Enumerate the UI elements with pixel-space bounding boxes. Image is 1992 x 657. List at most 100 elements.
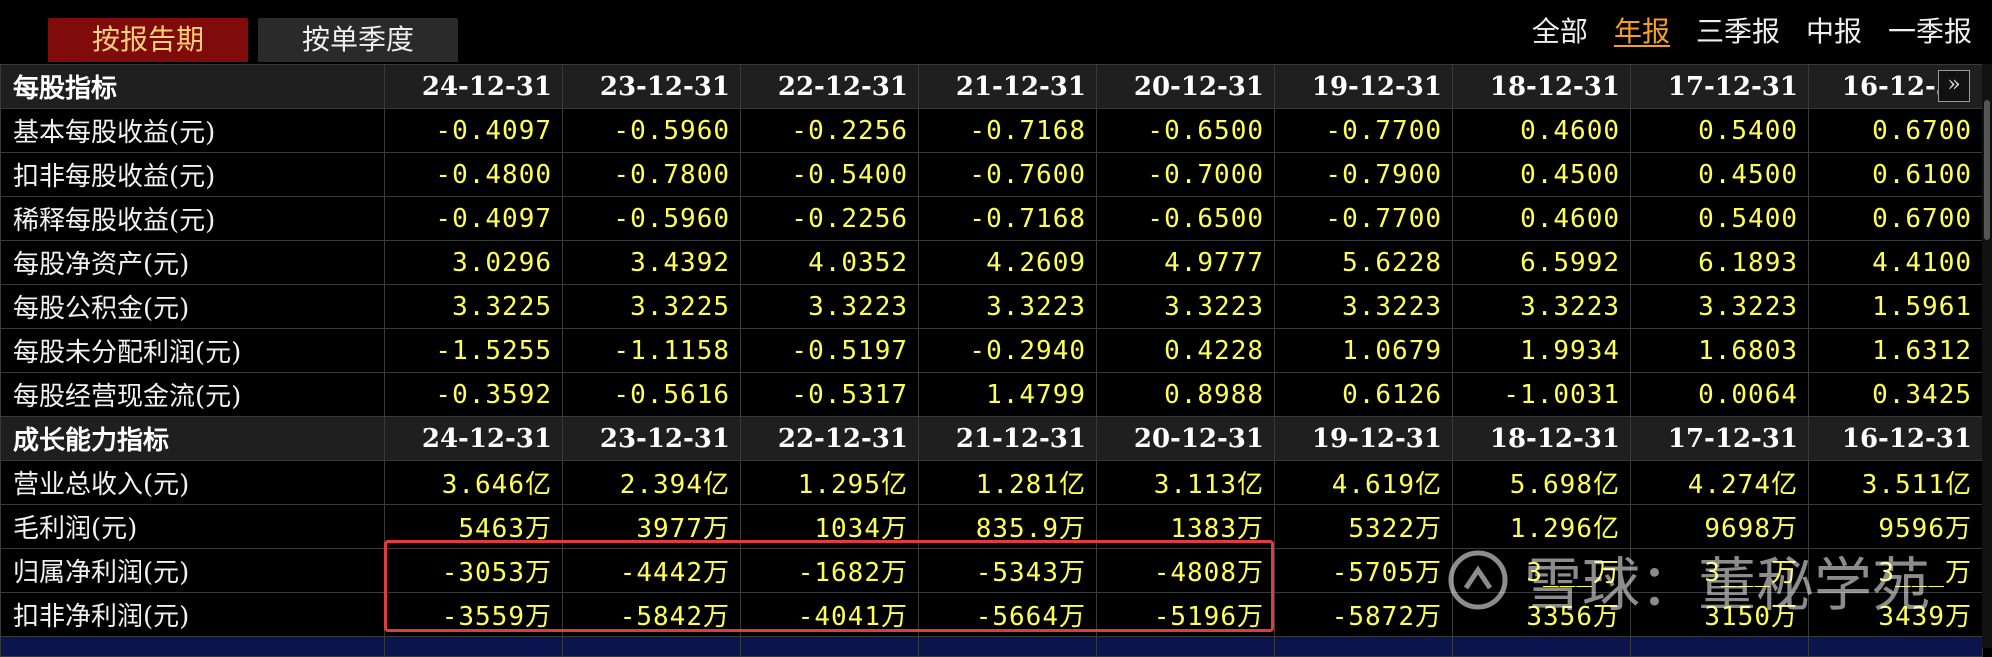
row-label: 每股未分配利润(元) xyxy=(0,328,385,373)
date-header[interactable]: 20-12-31 xyxy=(1096,416,1275,461)
cell-value: -5842万 xyxy=(562,592,741,637)
next-columns-icon[interactable]: » xyxy=(1938,70,1970,102)
cell-value: 0.8988 xyxy=(1096,372,1275,417)
cell-value: 3.3225 xyxy=(562,284,741,329)
date-header[interactable]: 17-12-31 xyxy=(1630,64,1809,109)
date-header[interactable]: 19-12-31 xyxy=(1274,416,1453,461)
table-row[interactable]: 营业总收入(元) 3.646亿 2.394亿 1.295亿 1.281亿 3.113亿 4.… xyxy=(0,460,1983,505)
date-header[interactable]: 23-12-31 xyxy=(562,64,741,109)
cell-value: 5322万 xyxy=(1274,504,1453,549)
row-label: 扣非净利润(元) xyxy=(0,592,385,637)
partial-cell xyxy=(1452,636,1631,657)
scrollbar-thumb[interactable] xyxy=(1984,100,1990,240)
cell-value: 1.4799 xyxy=(918,372,1097,417)
section-title: 每股指标 xyxy=(0,64,385,109)
cell-value: 3.113亿 xyxy=(1096,460,1275,505)
row-label: 每股公积金(元) xyxy=(0,284,385,329)
table-row[interactable]: 每股公积金(元) 3.3225 3.3225 3.3223 3.3223 3.3223 3.… xyxy=(0,284,1983,329)
partial-cell xyxy=(1630,636,1809,657)
cell-value: 0.6700 xyxy=(1808,108,1983,153)
date-header[interactable]: 18-12-31 xyxy=(1452,64,1631,109)
partial-cell xyxy=(1274,636,1453,657)
table-row[interactable]: 扣非每股收益(元) -0.4800 -0.7800 -0.5400 -0.7600 -0.… xyxy=(0,152,1983,197)
table-row[interactable]: 基本每股收益(元) -0.4097 -0.5960 -0.2256 -0.7168 -0.… xyxy=(0,108,1983,153)
partial-cell xyxy=(562,636,741,657)
tab-by-single-quarter[interactable]: 按单季度 xyxy=(258,18,458,62)
cell-value: 4.2609 xyxy=(918,240,1097,285)
cell-value: 1034万 xyxy=(740,504,919,549)
table-row[interactable]: 每股净资产(元) 3.0296 3.4392 4.0352 4.2609 4.9777 5.… xyxy=(0,240,1983,285)
period-link[interactable]: 一季报 xyxy=(1888,10,1972,50)
date-header[interactable]: 21-12-31 xyxy=(918,416,1097,461)
date-header[interactable]: 24-12-31 xyxy=(384,64,563,109)
period-link[interactable]: 中报 xyxy=(1806,10,1862,50)
cell-value: -1.1158 xyxy=(562,328,741,373)
partial-cell xyxy=(384,636,563,657)
cell-value: -5664万 xyxy=(918,592,1097,637)
period-link[interactable]: 三季报 xyxy=(1696,10,1780,50)
table-row[interactable]: 每股经营现金流(元) -0.3592 -0.5616 -0.5317 1.4799 0.8… xyxy=(0,372,1983,417)
cell-value: -0.3592 xyxy=(384,372,563,417)
table-row[interactable]: 归属净利润(元) -3053万 -4442万 -1682万 -5343万 -4808万 -5… xyxy=(0,548,1983,593)
period-link[interactable]: 年报 xyxy=(1614,10,1670,50)
section-title: 成长能力指标 xyxy=(0,416,385,461)
date-header[interactable]: 17-12-31 xyxy=(1630,416,1809,461)
date-header[interactable]: 21-12-31 xyxy=(918,64,1097,109)
date-header[interactable]: 18-12-31 xyxy=(1452,416,1631,461)
date-header[interactable]: 22-12-31 xyxy=(740,416,919,461)
date-header[interactable]: 22-12-31 xyxy=(740,64,919,109)
section-header-row: 每股指标 24-12-31 23-12-31 22-12-31 21-12-31 20-1… xyxy=(0,64,1983,109)
cell-value: 3356万 xyxy=(1452,592,1631,637)
cell-value: 3.3223 xyxy=(1096,284,1275,329)
table-row[interactable]: 稀释每股收益(元) -0.4097 -0.5960 -0.2256 -0.7168 -0.… xyxy=(0,196,1983,241)
cell-value: 0.0064 xyxy=(1630,372,1809,417)
cell-value: 0.3425 xyxy=(1808,372,1983,417)
date-header[interactable]: 19-12-31 xyxy=(1274,64,1453,109)
date-header[interactable]: 24-12-31 xyxy=(384,416,563,461)
table-row[interactable]: 扣非净利润(元) -3559万 -5842万 -4041万 -5664万 -5196万 -5… xyxy=(0,592,1983,637)
cell-value: 3.3223 xyxy=(918,284,1097,329)
partial-cell xyxy=(1808,636,1983,657)
cell-value: -0.6500 xyxy=(1096,108,1275,153)
partial-cell xyxy=(740,636,919,657)
cell-value: 1.9934 xyxy=(1452,328,1631,373)
cell-value: 6.1893 xyxy=(1630,240,1809,285)
cell-value: -0.6500 xyxy=(1096,196,1275,241)
cell-value: -4041万 xyxy=(740,592,919,637)
cell-value: -3053万 xyxy=(384,548,563,593)
cell-value: 0.6126 xyxy=(1274,372,1453,417)
date-header[interactable]: 23-12-31 xyxy=(562,416,741,461)
cell-value: 835.9万 xyxy=(918,504,1097,549)
cell-value: 4.9777 xyxy=(1096,240,1275,285)
cell-value: 4.274亿 xyxy=(1630,460,1809,505)
period-link[interactable]: 全部 xyxy=(1532,10,1588,50)
cell-value: 3.3223 xyxy=(740,284,919,329)
cell-value: -5343万 xyxy=(918,548,1097,593)
date-header[interactable]: 16-12-31 xyxy=(1808,416,1983,461)
partial-row xyxy=(0,636,1983,657)
table-row[interactable]: 毛利润(元) 5463万 3977万 1034万 835.9万 1383万 5322万 1.2… xyxy=(0,504,1983,549)
row-label: 基本每股收益(元) xyxy=(0,108,385,153)
cell-value: 2.394亿 xyxy=(562,460,741,505)
cell-value: -1.0031 xyxy=(1452,372,1631,417)
cell-value: 1.295亿 xyxy=(740,460,919,505)
cell-value: 6.5992 xyxy=(1452,240,1631,285)
cell-value: 3.0296 xyxy=(384,240,563,285)
cell-value: 3977万 xyxy=(562,504,741,549)
cell-value: 3.511亿 xyxy=(1808,460,1983,505)
top-bar: 按报告期 按单季度 全部 年报 三季报 中报 一季报 xyxy=(0,0,1992,64)
cell-value: -0.7600 xyxy=(918,152,1097,197)
cell-value: 5.6228 xyxy=(1274,240,1453,285)
cell-value: -5872万 xyxy=(1274,592,1453,637)
cell-value: 9698万 xyxy=(1630,504,1809,549)
row-label: 稀释每股收益(元) xyxy=(0,196,385,241)
tab-by-report-period[interactable]: 按报告期 xyxy=(48,18,248,62)
cell-value: -0.2256 xyxy=(740,108,919,153)
cell-value: 1.6312 xyxy=(1808,328,1983,373)
table-row[interactable]: 每股未分配利润(元) -1.5255 -1.1158 -0.5197 -0.2940 0.… xyxy=(0,328,1983,373)
row-label: 归属净利润(元) xyxy=(0,548,385,593)
cell-value: 0.5400 xyxy=(1630,196,1809,241)
date-header[interactable]: 20-12-31 xyxy=(1096,64,1275,109)
cell-value: -4808万 xyxy=(1096,548,1275,593)
cell-value: 3439万 xyxy=(1808,592,1983,637)
